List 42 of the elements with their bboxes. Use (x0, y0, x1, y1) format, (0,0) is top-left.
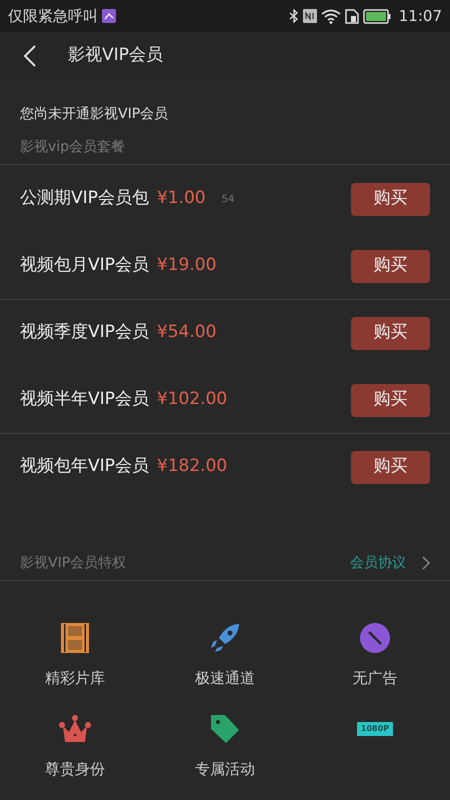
clock-text: 11:07 (398, 6, 442, 27)
plan-price: ¥182.00 (156, 455, 228, 478)
carrier-text: 仅限紧急呼叫 (8, 6, 98, 27)
buy-button[interactable]: 购买 (351, 450, 430, 484)
chevron-right-icon (422, 556, 430, 570)
rocket-icon (209, 622, 241, 654)
plan-name: 视频季度VIP会员 (20, 321, 149, 344)
plan-name: 视频半年VIP会员 (20, 388, 149, 412)
film-icon (60, 623, 90, 653)
tag-icon (209, 712, 241, 744)
hd-badge-icon: 1080P (356, 722, 394, 736)
agreement-link[interactable]: 会员协议 (350, 552, 406, 574)
privilege-label: 尊贵身份 (45, 758, 105, 780)
plan-name: 公测期VIP会员包 (20, 187, 149, 210)
privilege-label: 无广告 (352, 668, 398, 689)
privilege-label: 极速通道 (195, 668, 255, 689)
back-icon (24, 45, 36, 67)
app-notification-icon (102, 9, 116, 23)
crown-icon (59, 714, 91, 744)
wifi-icon (320, 8, 341, 24)
buy-button[interactable]: 购买 (351, 384, 430, 416)
privilege-label: 精彩片库 (45, 668, 105, 689)
page-title: 影视VIP会员 (68, 44, 163, 68)
plan-note: 54 (222, 192, 234, 206)
plan-price: ¥102.00 (156, 388, 228, 412)
buy-button[interactable]: 购买 (351, 182, 430, 216)
bluetooth-icon (288, 9, 299, 23)
privilege-label: 专属活动 (195, 758, 255, 780)
plan-price: ¥1.00 (156, 187, 206, 210)
plan-name: 视频包月VIP会员 (20, 254, 149, 278)
sim-icon (344, 8, 359, 24)
section-title: 影视vip会员套餐 (20, 138, 126, 157)
plan-price: ¥54.00 (156, 321, 216, 344)
privileges-title: 影视VIP会员特权 (20, 554, 126, 572)
nfc-icon (302, 9, 317, 23)
no-sign-icon (359, 622, 391, 654)
plan-price: ¥19.00 (156, 254, 216, 278)
membership-status-text: 您尚未开通影视VIP会员 (20, 105, 170, 124)
buy-button[interactable]: 购买 (351, 316, 430, 350)
buy-button[interactable]: 购买 (351, 250, 430, 282)
battery-icon (362, 8, 391, 24)
plan-name: 视频包年VIP会员 (20, 455, 149, 478)
